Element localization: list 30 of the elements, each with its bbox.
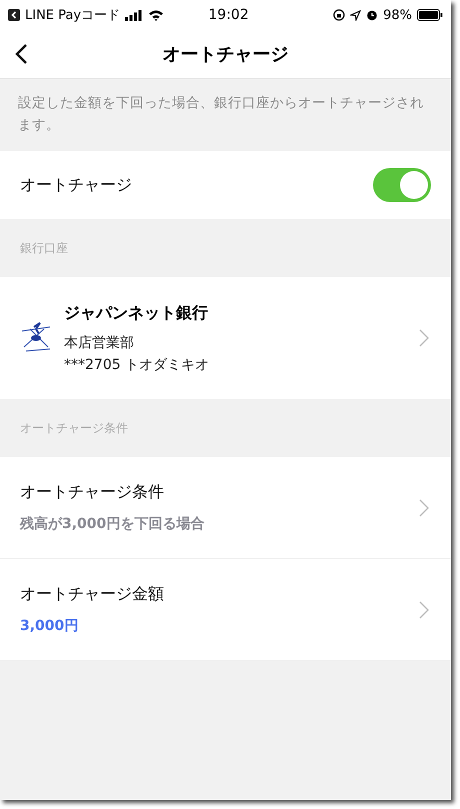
page-title: オートチャージ — [162, 43, 288, 66]
setting-value: 残高が3,000円を下回る場合 — [20, 515, 206, 533]
setting-value: 3,000円 — [20, 617, 80, 635]
battery-percent: 98% — [383, 8, 412, 22]
description-text: 設定した金額を下回った場合、銀行口座からオートチャージされます。 — [18, 95, 424, 133]
back-icon[interactable] — [14, 43, 28, 65]
chevron-right-icon — [419, 600, 429, 618]
branch-name: 本店営業部 — [64, 334, 135, 352]
setting-row[interactable]: オートチャージ条件 残高が3,000円を下回る場合 — [0, 457, 451, 559]
toggle-label: オートチャージ — [20, 174, 132, 196]
rotation-lock-icon — [333, 9, 346, 21]
setting-row[interactable]: オートチャージ金額 3,000円 — [0, 559, 451, 661]
account-number: ***2705 トオダミキオ — [64, 356, 210, 374]
back-app-label[interactable]: LINE Payコード — [25, 6, 120, 24]
auto-charge-switch[interactable] — [373, 168, 431, 202]
wifi-icon — [148, 9, 164, 21]
battery-icon — [416, 9, 443, 21]
section-header: 銀行口座 — [20, 240, 68, 256]
setting-label: オートチャージ金額 — [20, 584, 165, 605]
location-icon — [350, 10, 362, 20]
bank-account-row[interactable]: ジャパンネット銀行 本店営業部 ***2705 トオダミキオ — [0, 277, 451, 399]
chevron-right-icon — [419, 498, 429, 516]
signal-icon — [125, 10, 144, 20]
alarm-icon — [366, 9, 378, 21]
chevron-right-icon — [419, 329, 429, 347]
setting-label: オートチャージ条件 — [20, 482, 165, 503]
section-header: オートチャージ条件 — [20, 420, 128, 436]
status-time: 19:02 — [208, 7, 249, 23]
back-icon[interactable] — [8, 9, 20, 21]
bank-name: ジャパンネット銀行 — [64, 302, 209, 324]
